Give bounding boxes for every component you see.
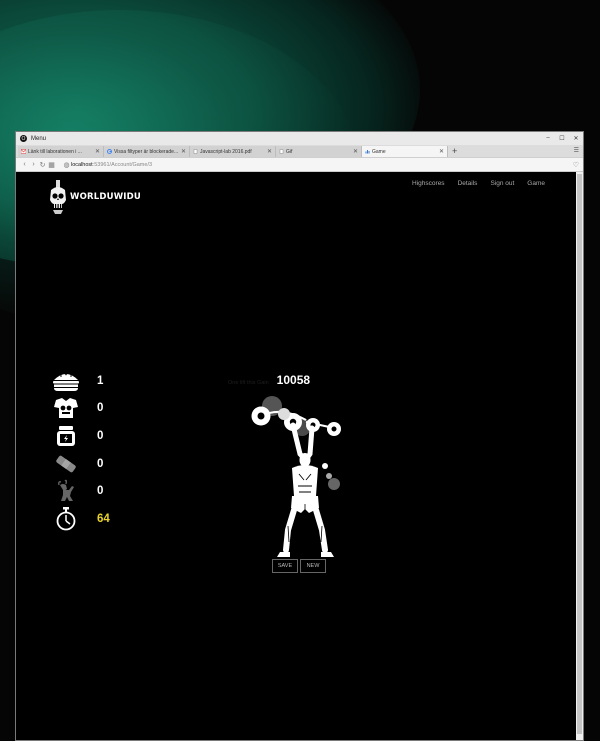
shirt-count: 0: [97, 402, 104, 415]
flexing-goat-icon[interactable]: [52, 479, 80, 503]
stats-panel: 1 0 0 0 0 64: [52, 367, 110, 533]
maximize-button[interactable]: ☐: [555, 135, 569, 142]
save-button[interactable]: SAVE: [272, 559, 298, 573]
document-icon: [279, 149, 284, 154]
tab-close-icon[interactable]: ✕: [181, 148, 186, 155]
stat-timer: 64: [52, 505, 110, 533]
bandage-count: 0: [97, 457, 104, 470]
stat-burgers: 1: [52, 367, 110, 395]
tab-close-icon[interactable]: ✕: [439, 148, 444, 155]
address-bar: ‹ › ↻ ▦ ◍ localhost:53961/Account/Game/3…: [16, 158, 583, 172]
menu-label[interactable]: Menu: [31, 136, 46, 142]
tab-bar: Länk till laborationen i ... ✕ Vissa fil…: [16, 145, 583, 158]
skull-logo-icon: [50, 180, 66, 214]
url-field[interactable]: ◍ localhost:53961/Account/Game/3: [62, 160, 567, 170]
tab-title: Vissa filtyper är blockerade...: [114, 148, 179, 155]
tab-title: Länk till laborationen i ...: [28, 148, 82, 155]
stat-protein: 0: [52, 422, 110, 450]
tab-title: Gif: [286, 148, 293, 155]
nav-highscores[interactable]: Highscores: [412, 180, 445, 187]
burger-count: 1: [97, 374, 104, 387]
stat-shirts: 0: [52, 395, 110, 423]
tab-gif[interactable]: Gif ✕: [276, 146, 362, 157]
nav-game[interactable]: Game: [527, 180, 545, 187]
tab-title: Javascript-lab 2016.pdf: [200, 148, 252, 155]
minimize-button[interactable]: –: [541, 135, 555, 142]
title-bar: O Menu – ☐ ✕: [16, 132, 583, 145]
logo-text: WORLDUWIDU: [70, 192, 142, 202]
game-actions: SAVE NEW: [272, 559, 326, 573]
score-display: One lift this Gain 10058: [228, 373, 310, 387]
bandage-icon[interactable]: [52, 452, 80, 476]
scrollbar-thumb[interactable]: [577, 174, 582, 734]
site-logo[interactable]: WORLDUWIDU: [47, 180, 141, 214]
window-controls: – ☐ ✕: [541, 135, 583, 142]
chart-icon: [365, 150, 370, 154]
close-window-button[interactable]: ✕: [569, 135, 583, 142]
tab-javascript-lab[interactable]: Javascript-lab 2016.pdf ✕: [190, 146, 276, 157]
tab-google[interactable]: Vissa filtyper är blockerade... ✕: [104, 146, 190, 157]
stopwatch-icon: [52, 506, 80, 531]
tab-close-icon[interactable]: ✕: [267, 148, 272, 155]
tab-close-icon[interactable]: ✕: [353, 148, 358, 155]
reload-icon[interactable]: ↻: [38, 161, 47, 169]
opera-logo-icon[interactable]: O: [20, 135, 27, 142]
new-game-button[interactable]: NEW: [300, 559, 326, 573]
nav-sign-out[interactable]: Sign out: [490, 180, 514, 187]
nav-details[interactable]: Details: [458, 180, 478, 187]
google-icon: [107, 149, 112, 154]
bookmark-heart-icon[interactable]: ♡: [573, 161, 579, 169]
weightlifter-character[interactable]: [246, 392, 356, 560]
forward-icon[interactable]: ›: [29, 161, 38, 168]
stat-goats: 0: [52, 477, 110, 505]
url-path: :53961/Account/Game/3: [92, 161, 153, 168]
document-icon: [193, 149, 198, 154]
new-tab-button[interactable]: +: [448, 146, 461, 157]
back-icon[interactable]: ‹: [20, 161, 29, 168]
tab-close-icon[interactable]: ✕: [95, 148, 100, 155]
stat-bandages: 0: [52, 450, 110, 478]
goat-count: 0: [97, 485, 104, 498]
browser-window: O Menu – ☐ ✕ Länk till laborationen i ..…: [15, 131, 584, 741]
url-host: localhost: [71, 161, 93, 168]
burger-icon[interactable]: [52, 369, 80, 393]
page-scrollbar[interactable]: [576, 172, 583, 740]
score-value: 10058: [276, 373, 311, 387]
muscle-shirt-icon[interactable]: [52, 396, 80, 420]
gmail-icon: [21, 149, 26, 154]
tab-gmail[interactable]: Länk till laborationen i ... ✕: [18, 146, 104, 157]
protein-count: 0: [97, 429, 104, 442]
speed-dial-icon[interactable]: ▦: [47, 161, 56, 169]
top-navigation: Highscores Details Sign out Game: [412, 180, 545, 187]
time-remaining: 64: [97, 512, 110, 525]
tab-menu-icon[interactable]: ☰: [574, 146, 583, 157]
score-label: One lift this Gain: [228, 380, 269, 386]
tab-game[interactable]: Game ✕: [362, 146, 448, 157]
game-page: WORLDUWIDU Highscores Details Sign out G…: [16, 172, 583, 740]
protein-jar-icon[interactable]: [52, 424, 80, 448]
globe-icon: ◍: [63, 161, 70, 169]
tab-title: Game: [372, 148, 386, 155]
